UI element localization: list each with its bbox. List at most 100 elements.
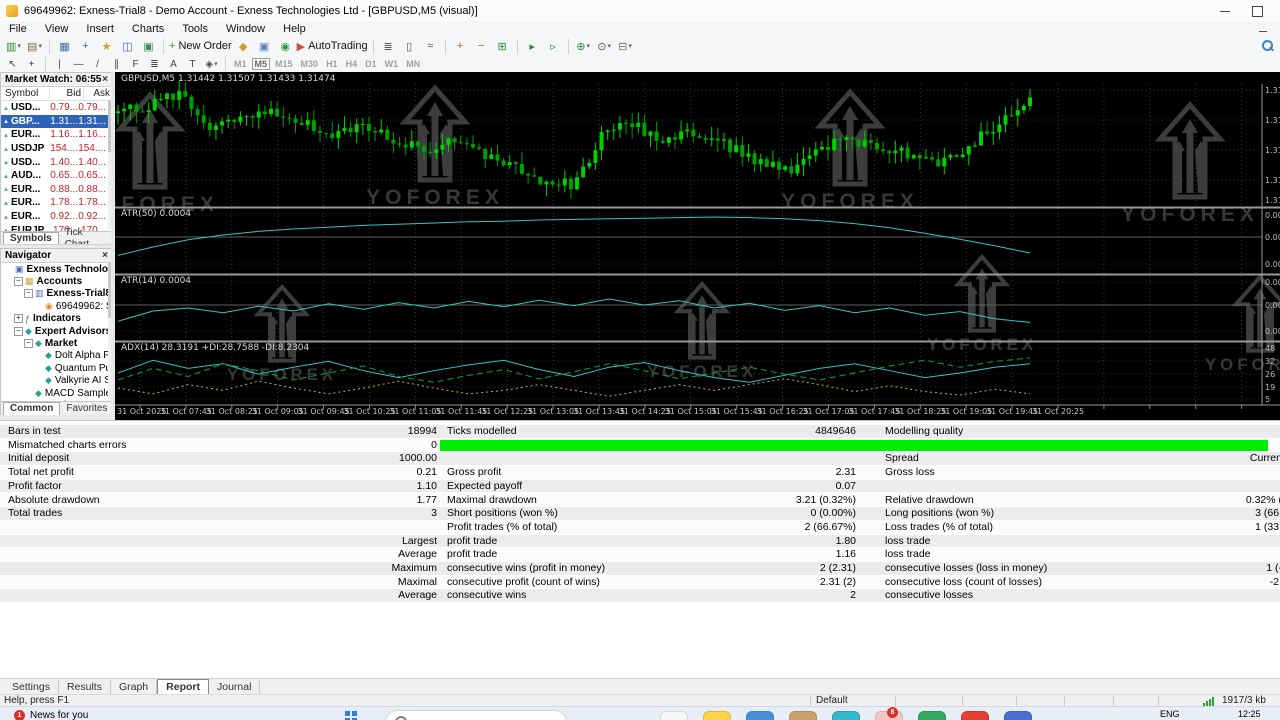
metaeditor-button[interactable]: ◆ bbox=[234, 38, 253, 55]
vertical-line-button[interactable]: | bbox=[51, 57, 68, 71]
close-icon[interactable]: × bbox=[102, 250, 108, 261]
tester-tab-results[interactable]: Results bbox=[59, 680, 111, 694]
taskbar-app-4[interactable] bbox=[789, 711, 817, 720]
tester-tab-report[interactable]: Report bbox=[157, 679, 209, 695]
taskbar-app-8[interactable] bbox=[961, 711, 989, 720]
chart-window[interactable]: YOFOREXYOFOREXYOFOREXYOFOREXYOFOREXYOFOR… bbox=[115, 72, 1280, 420]
expand-icon[interactable]: + bbox=[14, 314, 23, 324]
fibonacci-button[interactable]: F bbox=[127, 57, 144, 71]
timeframe-h4[interactable]: H4 bbox=[343, 58, 361, 70]
tree-item-exness-trial8[interactable]: − ▥ Exness-Trial8 bbox=[1, 288, 112, 300]
price-chart[interactable]: YOFOREXYOFOREXYOFOREXYOFOREXYOFOREXYOFOR… bbox=[115, 72, 1280, 420]
navigator-button[interactable]: ★ bbox=[97, 38, 116, 55]
market-watch-row[interactable]: ▴ USD... 1.40... 1.40... bbox=[1, 155, 112, 169]
chart-line-button[interactable]: ≈ bbox=[421, 38, 440, 55]
horizontal-line-button[interactable]: — bbox=[70, 57, 87, 71]
text-button[interactable]: A bbox=[165, 57, 182, 71]
tree-item-expert-advisors[interactable]: − ◆ Expert Advisors bbox=[1, 325, 112, 337]
column-bid[interactable]: Bid bbox=[50, 88, 84, 99]
menu-view[interactable]: View bbox=[36, 22, 78, 36]
timeframe-mn[interactable]: MN bbox=[403, 58, 423, 70]
column-symbol[interactable]: Symbol bbox=[1, 88, 50, 99]
chart-candles-button[interactable]: ▯ bbox=[400, 38, 419, 55]
community-button[interactable]: ◉ bbox=[276, 38, 295, 55]
news-widget[interactable]: News for you bbox=[30, 710, 88, 720]
tree-item-69649962-sec[interactable]: ◉69649962: SEC bbox=[1, 300, 112, 312]
collapse-icon[interactable]: − bbox=[14, 326, 23, 336]
cursor-button[interactable]: ↖ bbox=[4, 57, 21, 71]
market-watch-row[interactable]: ▴ EUR... 0.92... 0.92... bbox=[1, 210, 112, 224]
maximize-button[interactable] bbox=[1242, 3, 1272, 19]
indicators-button[interactable]: ⊕ ▾ bbox=[574, 38, 593, 55]
tab-favorites[interactable]: Favorites bbox=[60, 403, 115, 415]
timeframe-w1[interactable]: W1 bbox=[382, 58, 402, 70]
minimize-button[interactable] bbox=[1210, 3, 1240, 19]
new-order-button[interactable]: + New Order bbox=[169, 38, 232, 55]
tester-tab-graph[interactable]: Graph bbox=[111, 680, 158, 694]
market-watch-row[interactable]: ▴ EUR... 0.88... 0.88... bbox=[1, 183, 112, 197]
menu-charts[interactable]: Charts bbox=[123, 22, 173, 36]
market-watch-button[interactable]: ▦ bbox=[55, 38, 74, 55]
market-watch-row[interactable]: ▴ GBP... 1.31... 1.31... bbox=[1, 114, 112, 129]
timeframe-m5[interactable]: M5 bbox=[251, 58, 271, 70]
menu-tools[interactable]: Tools bbox=[173, 22, 217, 36]
autotrading-button[interactable]: ▶ AutoTrading bbox=[297, 38, 368, 55]
tree-item-market[interactable]: − ◆ Market bbox=[1, 337, 112, 349]
chart-bars-button[interactable]: ≣ bbox=[379, 38, 398, 55]
timeframe-m30[interactable]: M30 bbox=[298, 58, 322, 70]
strategy-tester-button[interactable]: ▣ bbox=[139, 38, 158, 55]
chart-shift-button[interactable]: ▹ bbox=[544, 38, 563, 55]
trendline-button[interactable]: / bbox=[89, 57, 106, 71]
clock[interactable]: 12:25 bbox=[1238, 709, 1261, 719]
market-watch-row[interactable]: ▴EURJPY 170...170... bbox=[1, 223, 112, 231]
taskbar-app-7[interactable] bbox=[918, 711, 946, 720]
tree-item-dolt-alpha-pu[interactable]: ◆ Dolt Alpha Pu bbox=[1, 350, 112, 362]
tree-item-macd-sample[interactable]: ◆ MACD Sample bbox=[1, 387, 112, 399]
timeframe-m1[interactable]: M1 bbox=[231, 58, 250, 70]
tile-windows-button[interactable]: ⊞ bbox=[493, 38, 512, 55]
close-icon[interactable]: × bbox=[102, 74, 108, 85]
tab-common[interactable]: Common bbox=[3, 402, 61, 416]
market-watch-row[interactable]: ▴ AUD... 0.65... 0.65... bbox=[1, 169, 112, 183]
taskbar-app-5[interactable] bbox=[832, 711, 860, 720]
new-chart-button[interactable]: ▥ ▾ bbox=[4, 38, 23, 55]
market-watch-row[interactable]: ▴ EUR... 1.16... 1.16... bbox=[1, 128, 112, 142]
taskbar-search[interactable] bbox=[385, 710, 567, 720]
tree-item-quantum-pul[interactable]: ◆ Quantum Pul bbox=[1, 362, 112, 374]
collapse-icon[interactable]: − bbox=[24, 289, 33, 299]
column-ask[interactable]: Ask bbox=[84, 88, 112, 99]
collapse-icon[interactable]: − bbox=[14, 277, 23, 287]
profiles-button[interactable]: ▤ ▾ bbox=[25, 38, 44, 55]
taskbar-app-2[interactable] bbox=[703, 711, 731, 720]
shapes-button[interactable]: ◈ ▾ bbox=[203, 57, 220, 71]
collapse-icon[interactable]: − bbox=[24, 339, 33, 349]
tree-item-accounts[interactable]: − ▦ Accounts bbox=[1, 275, 112, 287]
taskbar-app-1[interactable] bbox=[660, 711, 688, 720]
taskbar-app-9[interactable] bbox=[1004, 711, 1032, 720]
menu-file[interactable]: File bbox=[0, 22, 36, 36]
crosshair-button[interactable]: + bbox=[23, 57, 40, 71]
lines-list-button[interactable]: ≣ bbox=[146, 57, 163, 71]
templates-button[interactable]: ⊟ ▾ bbox=[616, 38, 635, 55]
mql-editor-button[interactable]: ▣ bbox=[255, 38, 274, 55]
zoom-in-button[interactable]: + bbox=[451, 38, 470, 55]
menu-window[interactable]: Window bbox=[217, 22, 274, 36]
channel-button[interactable]: ∥ bbox=[108, 57, 125, 71]
tree-item-valkyrie-ai-sc[interactable]: ◆ Valkyrie AI Sc bbox=[1, 375, 112, 387]
terminal-button[interactable]: ◫ bbox=[118, 38, 137, 55]
tree-item-indicators[interactable]: + ƒ Indicators bbox=[1, 313, 112, 325]
tester-tab-journal[interactable]: Journal bbox=[209, 680, 261, 694]
search-icon[interactable] bbox=[1260, 39, 1274, 53]
menu-help[interactable]: Help bbox=[274, 22, 315, 36]
timeframe-d1[interactable]: D1 bbox=[362, 58, 380, 70]
market-watch-row[interactable]: ▴USDJPY 154....154.... bbox=[1, 142, 112, 156]
timeframe-m15[interactable]: M15 bbox=[272, 58, 296, 70]
tester-tab-settings[interactable]: Settings bbox=[4, 680, 59, 694]
taskbar-app-3[interactable] bbox=[746, 711, 774, 720]
tree-item-moving-average[interactable]: ◆Moving Average bbox=[1, 399, 112, 401]
menu-insert[interactable]: Insert bbox=[77, 22, 123, 36]
child-minimize-button[interactable] bbox=[1254, 23, 1272, 34]
auto-scroll-button[interactable]: ▸ bbox=[523, 38, 542, 55]
zoom-out-button[interactable]: − bbox=[472, 38, 491, 55]
tree-item-exness-technologies-mt4[interactable]: ▣Exness Technologies MT4 bbox=[1, 263, 112, 275]
